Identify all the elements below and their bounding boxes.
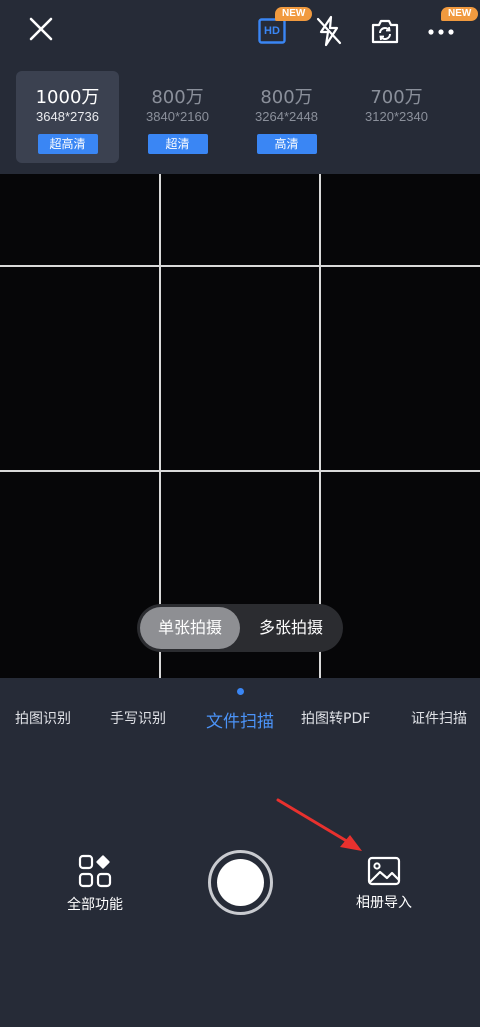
resolution-quality-tag: 超清 bbox=[147, 134, 208, 154]
resolution-megapixels: 800万 bbox=[260, 87, 313, 108]
grid-line bbox=[159, 174, 161, 678]
flash-off-icon[interactable] bbox=[313, 14, 345, 48]
resolution-option-2[interactable]: 800万 3840*2160 超清 bbox=[126, 71, 229, 163]
tab-document-scan[interactable]: 文件扫描 bbox=[206, 707, 274, 732]
hd-icon[interactable]: HD bbox=[258, 18, 286, 44]
annotation-arrow-icon bbox=[276, 798, 362, 851]
all-functions-label: 全部功能 bbox=[67, 897, 123, 913]
grid-line bbox=[0, 470, 480, 472]
resolution-option-1[interactable]: 1000万 3648*2736 超高清 bbox=[16, 71, 119, 163]
hd-label: HD bbox=[264, 25, 280, 37]
more-new-badge: NEW bbox=[441, 7, 479, 21]
capture-mode-toggle: 单张拍摄 多张拍摄 bbox=[137, 604, 343, 652]
grid-line bbox=[0, 265, 480, 267]
resolution-megapixels: 800万 bbox=[151, 87, 204, 108]
resolution-quality-tag: 超高清 bbox=[37, 134, 98, 154]
more-icon[interactable] bbox=[426, 22, 456, 42]
resolution-selector: 1000万 3648*2736 超高清 800万 3840*2160 超清 80… bbox=[0, 62, 480, 174]
apps-grid-icon bbox=[78, 854, 112, 888]
all-functions-button[interactable]: 全部功能 bbox=[55, 854, 135, 914]
grid-line bbox=[319, 174, 321, 678]
resolution-megapixels: 1000万 bbox=[35, 87, 100, 108]
shutter-button[interactable] bbox=[208, 850, 273, 915]
active-mode-indicator bbox=[237, 688, 244, 695]
single-capture-button[interactable]: 单张拍摄 bbox=[140, 607, 240, 649]
resolution-megapixels: 700万 bbox=[370, 87, 423, 108]
top-bar: HD NEW NEW bbox=[0, 0, 480, 62]
resolution-dimensions: 3120*2340 bbox=[365, 109, 428, 124]
image-icon bbox=[367, 856, 401, 886]
tab-photo-to-pdf[interactable]: 拍图转PDF bbox=[301, 708, 370, 728]
hd-new-badge: NEW bbox=[275, 7, 313, 21]
shutter-inner bbox=[217, 859, 264, 906]
tab-id-scan[interactable]: 证件扫描 bbox=[411, 708, 467, 728]
camera-viewfinder[interactable]: 单张拍摄 多张拍摄 bbox=[0, 174, 480, 678]
tab-photo-recognition[interactable]: 拍图识别 bbox=[15, 708, 71, 728]
multi-capture-button[interactable]: 多张拍摄 bbox=[242, 607, 340, 649]
resolution-dimensions: 3648*2736 bbox=[36, 109, 99, 124]
resolution-dimensions: 3840*2160 bbox=[146, 109, 209, 124]
resolution-option-3[interactable]: 800万 3264*2448 高清 bbox=[235, 71, 338, 163]
resolution-dimensions: 3264*2448 bbox=[255, 109, 318, 124]
camera-switch-icon[interactable] bbox=[369, 16, 401, 46]
resolution-option-4[interactable]: 700万 3120*2340 bbox=[345, 71, 448, 163]
resolution-quality-tag: 高清 bbox=[256, 134, 317, 154]
album-import-label: 相册导入 bbox=[356, 895, 412, 911]
tab-handwriting-recognition[interactable]: 手写识别 bbox=[110, 708, 166, 728]
close-icon[interactable] bbox=[26, 14, 56, 44]
